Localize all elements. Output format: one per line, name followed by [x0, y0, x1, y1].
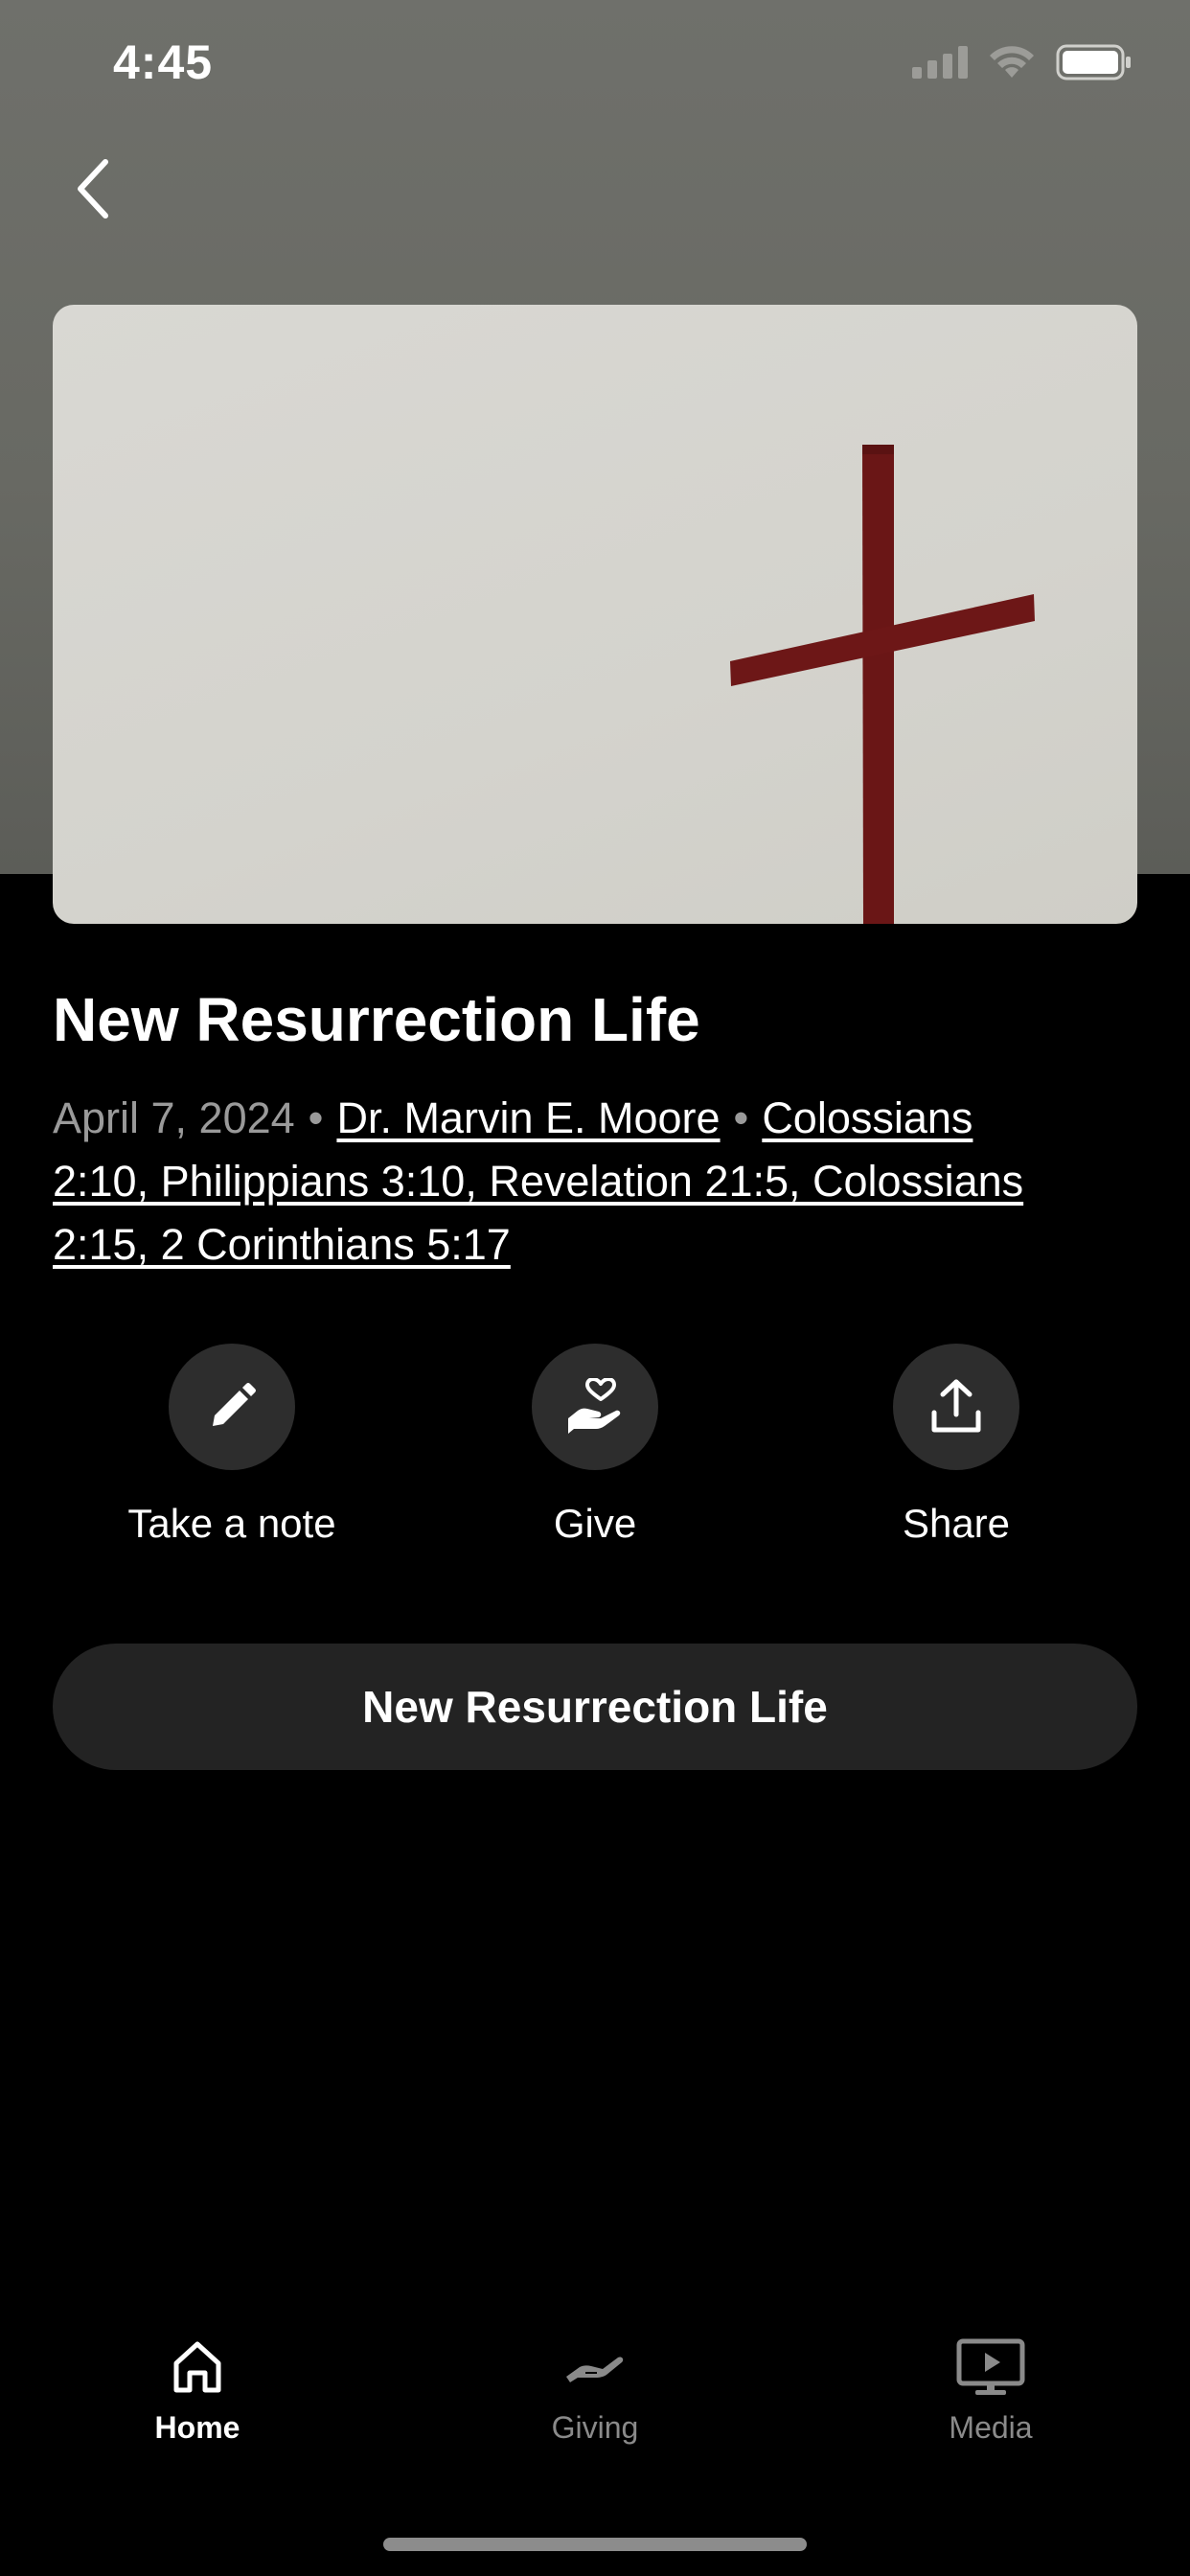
scripture-link[interactable]: Colossians [762, 1093, 973, 1142]
bottom-tab-bar: Home Giving Media [0, 2338, 1190, 2492]
hand-heart-icon [568, 1378, 621, 1434]
speaker-link[interactable]: Dr. Marvin E. Moore [336, 1093, 720, 1142]
tab-giving-label: Giving [551, 2410, 639, 2445]
sermon-meta: April 7, 2024 • Dr. Marvin E. Moore • Coloss… [53, 1087, 1145, 1276]
tab-media[interactable]: Media [866, 2338, 1115, 2446]
tab-media-label: Media [949, 2410, 1033, 2445]
separator-dot: • [308, 1093, 324, 1142]
tab-home[interactable]: Home [73, 2338, 322, 2446]
cellular-signal-icon [912, 46, 968, 79]
share-label: Share [902, 1501, 1011, 1546]
take-note-label: Take a note [127, 1501, 336, 1546]
sermon-media-button[interactable]: New Resurrection Life [53, 1644, 1137, 1770]
give-button[interactable]: Give [451, 1344, 739, 1547]
sermon-date: April 7, 2024 [53, 1093, 295, 1142]
tab-home-label: Home [154, 2410, 240, 2445]
tab-giving[interactable]: Giving [470, 2338, 720, 2446]
status-icons [912, 44, 1133, 80]
wifi-icon [990, 46, 1034, 78]
sermon-detail-screen: 4:45 New Resurrection Life April 7, 2024… [0, 0, 1190, 2576]
action-row: Take a note Give Share [0, 1344, 1190, 1564]
cross-illustration [730, 445, 1035, 924]
chevron-left-icon [78, 159, 108, 218]
battery-icon [1056, 44, 1131, 80]
media-play-icon [956, 2338, 1025, 2395]
pencil-icon [213, 1383, 256, 1426]
home-icon [173, 2341, 221, 2393]
status-time: 4:45 [113, 35, 214, 89]
scripture-link[interactable]: 2:10, Philippians 3:10, Revelation 21:5,… [53, 1157, 1023, 1206]
giving-hand-icon [566, 2357, 624, 2382]
share-icon [931, 1379, 981, 1433]
share-button[interactable]: Share [812, 1344, 1100, 1547]
take-note-circle [169, 1344, 295, 1470]
home-indicator [383, 2538, 807, 2551]
give-circle [532, 1344, 658, 1470]
separator-dot: • [733, 1093, 749, 1142]
scripture-link[interactable]: 2:15, 2 Corinthians 5:17 [53, 1220, 511, 1269]
sermon-hero-image [53, 305, 1137, 924]
give-label: Give [553, 1501, 637, 1546]
back-button[interactable] [63, 153, 121, 224]
share-circle [893, 1344, 1019, 1470]
take-note-button[interactable]: Take a note [88, 1344, 376, 1547]
sermon-title: New Resurrection Life [53, 985, 700, 1054]
